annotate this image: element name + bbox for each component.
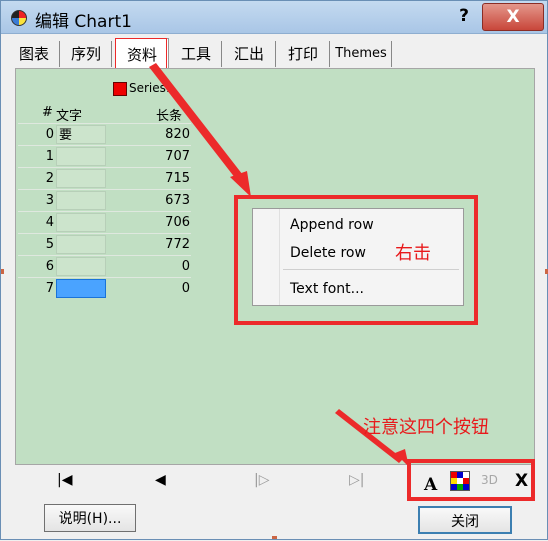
- arrow-to-menu-shaft: [149, 63, 246, 183]
- right-click-annotation: 右击: [395, 243, 431, 264]
- first-record-icon[interactable]: |◀: [57, 472, 72, 488]
- 3d-button[interactable]: 3D: [481, 473, 498, 487]
- menu-gutter: [253, 209, 280, 305]
- bottom-resize-grip[interactable]: [272, 536, 277, 539]
- close-button[interactable]: 关闭: [418, 506, 512, 534]
- previous-record-icon[interactable]: ◀: [155, 472, 166, 488]
- help-button[interactable]: 说明(H)...: [44, 504, 136, 532]
- last-record-icon[interactable]: ▷|: [349, 472, 364, 488]
- left-resize-grip[interactable]: [1, 269, 4, 274]
- chart-editor-window: 编辑 Chart1 ? X 图表 序列 资料 工具 汇出 打印 Themes S…: [0, 0, 548, 540]
- menu-item-delete-row[interactable]: Delete row: [290, 245, 366, 261]
- next-record-icon[interactable]: |▷: [254, 472, 269, 488]
- font-button[interactable]: A: [424, 475, 437, 495]
- context-menu: Append row Delete row Text font...: [252, 208, 464, 306]
- note-buttons-annotation: 注意这四个按钮: [363, 417, 489, 438]
- delete-button[interactable]: X: [515, 471, 528, 491]
- color-palette-icon[interactable]: [450, 471, 470, 491]
- menu-item-text-font[interactable]: Text font...: [290, 281, 364, 297]
- menu-item-append-row[interactable]: Append row: [290, 217, 374, 233]
- menu-separator: [283, 269, 459, 270]
